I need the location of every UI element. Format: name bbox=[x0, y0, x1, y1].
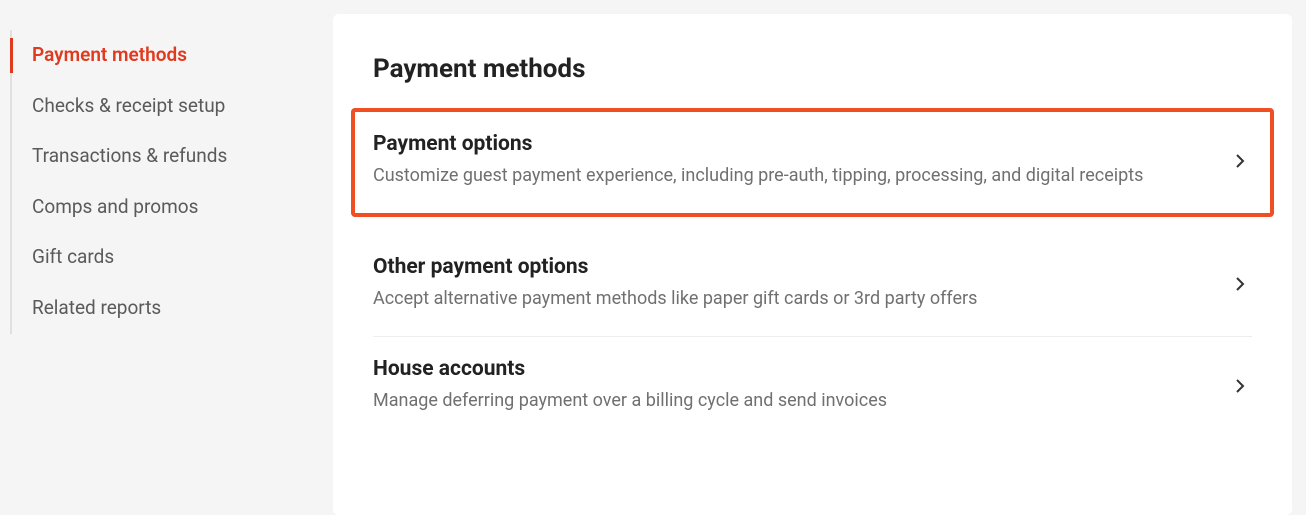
section-text: Payment options Customize guest payment … bbox=[373, 132, 1204, 189]
section-title: Payment options bbox=[373, 132, 1204, 156]
sidebar-item-label: Payment methods bbox=[32, 43, 187, 66]
sidebar-item-label: Comps and promos bbox=[32, 195, 198, 218]
sidebar-item-gift-cards[interactable]: Gift cards bbox=[12, 232, 305, 283]
section-other-payment-options[interactable]: Other payment options Accept alternative… bbox=[373, 235, 1252, 337]
sidebar-item-label: Transactions & refunds bbox=[32, 144, 227, 167]
section-text: House accounts Manage deferring payment … bbox=[373, 357, 1204, 414]
chevron-right-icon bbox=[1228, 374, 1252, 398]
section-text: Other payment options Accept alternative… bbox=[373, 255, 1204, 312]
section-title: House accounts bbox=[373, 357, 1204, 381]
sidebar-item-payment-methods[interactable]: Payment methods bbox=[12, 30, 305, 81]
section-payment-options[interactable]: Payment options Customize guest payment … bbox=[351, 108, 1274, 217]
sidebar-item-label: Checks & receipt setup bbox=[32, 94, 225, 117]
main-panel: Payment methods Payment options Customiz… bbox=[333, 14, 1292, 515]
sidebar: Payment methods Checks & receipt setup T… bbox=[0, 0, 305, 515]
chevron-right-icon bbox=[1228, 272, 1252, 296]
section-title: Other payment options bbox=[373, 255, 1204, 279]
chevron-right-icon bbox=[1228, 149, 1252, 173]
sidebar-list: Payment methods Checks & receipt setup T… bbox=[10, 30, 305, 334]
sidebar-item-transactions-refunds[interactable]: Transactions & refunds bbox=[12, 131, 305, 182]
section-desc: Manage deferring payment over a billing … bbox=[373, 387, 1204, 414]
section-desc: Accept alternative payment methods like … bbox=[373, 285, 1204, 312]
page-title: Payment methods bbox=[373, 54, 1252, 84]
section-house-accounts[interactable]: House accounts Manage deferring payment … bbox=[373, 337, 1252, 438]
sidebar-item-related-reports[interactable]: Related reports bbox=[12, 283, 305, 334]
sidebar-item-checks-receipt-setup[interactable]: Checks & receipt setup bbox=[12, 81, 305, 132]
section-desc: Customize guest payment experience, incl… bbox=[373, 162, 1204, 189]
sidebar-item-label: Related reports bbox=[32, 296, 161, 319]
sidebar-item-label: Gift cards bbox=[32, 245, 114, 268]
sidebar-item-comps-promos[interactable]: Comps and promos bbox=[12, 182, 305, 233]
